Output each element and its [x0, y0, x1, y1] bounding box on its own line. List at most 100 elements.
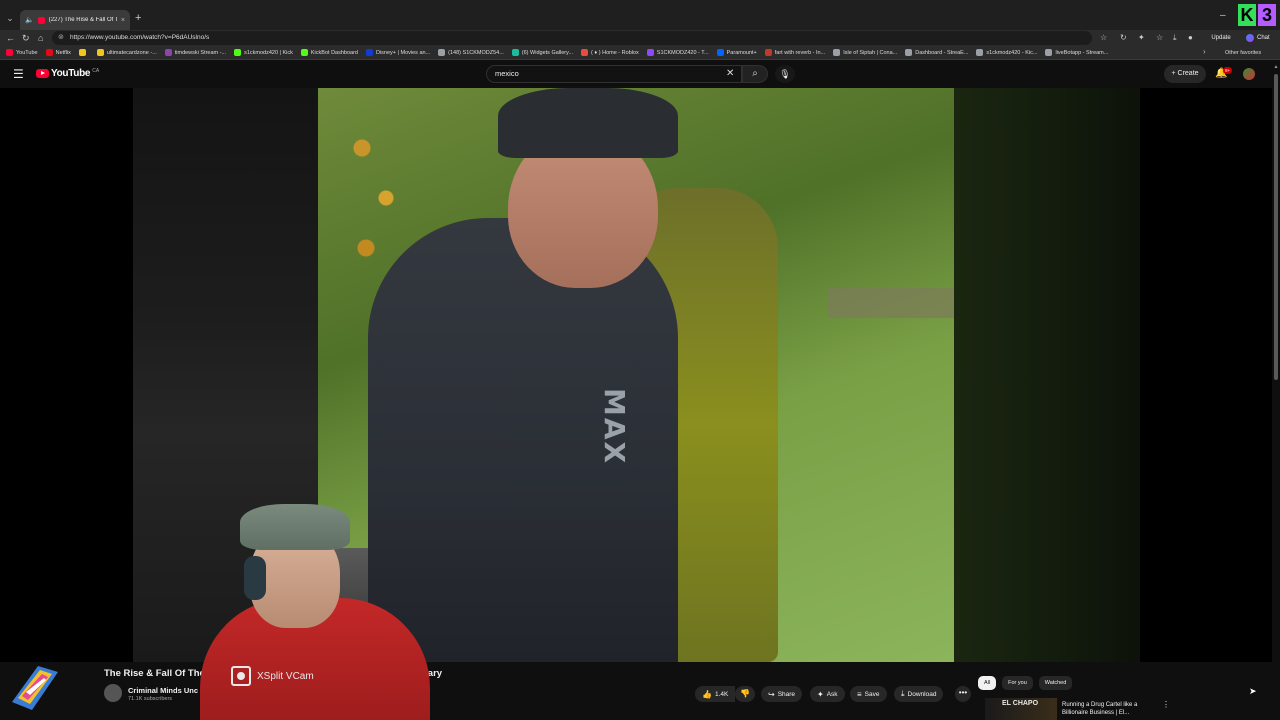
- other-favorites-folder[interactable]: Other favorites: [1225, 47, 1261, 59]
- streamer-camo-hat: [240, 504, 350, 550]
- headset-icon: [244, 556, 266, 600]
- wooden-fence: [828, 288, 954, 318]
- share-label: Share: [777, 690, 796, 698]
- bookmark-favicon-icon: [905, 49, 913, 56]
- bookmark-label: fart with reverb - In...: [774, 49, 826, 56]
- clear-search-icon[interactable]: ✕: [726, 67, 734, 81]
- bookmark-favicon-icon: [96, 49, 104, 56]
- address-bar[interactable]: ⊚ https://www.youtube.com/watch?v=P6dAUs…: [52, 31, 1092, 45]
- bookmark-item[interactable]: ultimatecardzone -...: [96, 49, 157, 56]
- downloads-icon[interactable]: ⤓: [1173, 32, 1177, 44]
- bookmark-favicon-icon: [365, 49, 373, 56]
- account-avatar[interactable]: [1243, 68, 1255, 80]
- bookmark-favicon-icon: [234, 49, 242, 56]
- bookmark-item[interactable]: s1ckmodz420 - Kic...: [976, 49, 1037, 56]
- youtube-favicon-icon: [37, 16, 45, 24]
- profile-icon[interactable]: ●: [1188, 32, 1193, 44]
- chip-for-you[interactable]: For you: [1002, 676, 1033, 690]
- youtube-header: ☰ YouTube CA mexico ✕ ⌕ 🎙 + Create 🔔 9+: [0, 60, 1280, 88]
- ask-label: Ask: [826, 690, 838, 698]
- scroll-up-arrow-icon[interactable]: ▲: [1272, 64, 1280, 70]
- bookmark-item[interactable]: ( ♦ ) Home - Roblox: [581, 49, 639, 56]
- back-arrow-icon[interactable]: ←: [6, 32, 15, 44]
- hamburger-menu-icon[interactable]: ☰: [13, 67, 24, 81]
- bookmark-favicon-icon: [45, 49, 53, 56]
- chip-watched[interactable]: Watched: [1038, 676, 1073, 690]
- new-tab-button[interactable]: +: [135, 12, 141, 24]
- bookmark-item[interactable]: timdewski Stream -...: [164, 49, 227, 56]
- bookmark-favicon-icon: [300, 49, 308, 56]
- bookmark-favicon-icon: [976, 49, 984, 56]
- recommendation-menu-icon[interactable]: ⋮: [1162, 700, 1170, 709]
- bookmark-item[interactable]: YouTube: [6, 49, 38, 56]
- download-icon: ⤓: [901, 689, 905, 698]
- bookmark-label: s1ckmodz420 - Kic...: [986, 49, 1038, 56]
- scrollbar-thumb[interactable]: [1274, 74, 1278, 380]
- bookmark-label: liveBotapp - Stream...: [1055, 49, 1109, 56]
- bookmark-item[interactable]: S1CKMODZ420 - T...: [646, 49, 709, 56]
- bookmark-favicon-icon: [164, 49, 172, 56]
- create-button[interactable]: + Create: [1164, 65, 1206, 83]
- bookmarks-overflow-icon[interactable]: ›: [1203, 47, 1206, 56]
- download-button[interactable]: ⤓ Download: [894, 686, 944, 702]
- update-button[interactable]: Update: [1203, 32, 1239, 44]
- bookmark-item[interactable]: (6) Widgets Gallery...: [511, 49, 573, 56]
- save-button[interactable]: ≡ Save: [850, 686, 887, 702]
- home-icon[interactable]: ⌂: [38, 32, 43, 44]
- bookmark-item[interactable]: [78, 49, 89, 56]
- share-button[interactable]: ↪ Share: [761, 686, 803, 702]
- bookmark-item[interactable]: liveBotapp - Stream...: [1045, 49, 1108, 56]
- logo-letter-3: 3: [1258, 4, 1276, 26]
- search-icon: ⌕: [752, 68, 758, 79]
- like-button[interactable]: 👍 1.4K: [695, 686, 736, 702]
- bookmark-item[interactable]: fart with reverb - In...: [764, 49, 826, 56]
- bookmark-item[interactable]: Netflix: [45, 49, 71, 56]
- star-bookmark-icon[interactable]: ☆: [1100, 32, 1107, 44]
- close-tab-icon[interactable]: ×: [121, 17, 125, 24]
- bookmark-item[interactable]: Disney+ | Movies an...: [365, 49, 430, 56]
- youtube-play-icon: [36, 69, 49, 78]
- bookmark-label: timdewski Stream -...: [174, 49, 227, 56]
- chip-all[interactable]: All: [978, 676, 997, 690]
- more-actions-button[interactable]: •••: [955, 686, 971, 702]
- bookmark-favicon-icon: [511, 49, 519, 56]
- recommendation-thumbnail[interactable]: EL CHAPO: [985, 698, 1057, 720]
- bookmark-item[interactable]: Isle of Siptah | Cona...: [833, 49, 897, 56]
- bookmark-item[interactable]: s1ckmodz420 | Kick: [234, 49, 293, 56]
- bookmark-label: ultimatecardzone -...: [106, 49, 157, 56]
- tab-list-button[interactable]: ⌄: [4, 12, 16, 24]
- hoodie-max-text: MAX: [598, 388, 631, 466]
- speaker-icon[interactable]: 🔈: [25, 16, 34, 24]
- browser-tab-active[interactable]: 🔈 (227) The Rise & Fall Of The ×: [20, 10, 130, 30]
- dislike-button[interactable]: 👎: [735, 686, 755, 702]
- xsplit-label: XSplit VCam: [257, 670, 314, 682]
- channel-avatar[interactable]: [104, 684, 122, 702]
- refresh-extension-icon[interactable]: ↻: [1120, 32, 1127, 44]
- recommendation-title[interactable]: Running a Drug Cartel like a Billionaire…: [1062, 701, 1158, 720]
- streamer-k3-logo: K 3: [1238, 4, 1276, 26]
- favorites-icon[interactable]: ☆: [1156, 32, 1163, 44]
- page-scrollbar[interactable]: ▲: [1272, 60, 1280, 720]
- voice-search-button[interactable]: 🎙: [775, 65, 795, 83]
- save-label: Save: [864, 690, 880, 698]
- bookmark-item[interactable]: (148) S1CKMODZ54...: [438, 49, 504, 56]
- bookmark-favicon-icon: [438, 49, 446, 56]
- bookmark-favicon-icon: [646, 49, 654, 56]
- bookmark-favicon-icon: [6, 49, 13, 56]
- extensions-icon[interactable]: ✦: [1138, 32, 1145, 44]
- bookmark-item[interactable]: Dashboard - StreaE...: [905, 49, 968, 56]
- bookmark-item[interactable]: KickBot Dashboard: [300, 49, 358, 56]
- chat-button[interactable]: Chat: [1246, 32, 1270, 44]
- minimize-button[interactable]: –: [1220, 10, 1226, 21]
- bookmark-item[interactable]: Paramount+: [716, 49, 757, 56]
- search-input[interactable]: mexico: [486, 65, 742, 83]
- search-button[interactable]: ⌕: [742, 65, 768, 83]
- site-info-icon[interactable]: ⊚: [58, 31, 64, 45]
- reload-icon[interactable]: ↻: [22, 32, 30, 44]
- gemini-icon: [1246, 34, 1254, 42]
- thumbs-down-icon: 👎: [740, 689, 750, 698]
- logo-word: YouTube: [51, 68, 91, 79]
- ask-button[interactable]: ✦ Ask: [810, 686, 845, 702]
- youtube-logo[interactable]: YouTube CA: [36, 68, 99, 79]
- logo-letter-k: K: [1238, 4, 1256, 26]
